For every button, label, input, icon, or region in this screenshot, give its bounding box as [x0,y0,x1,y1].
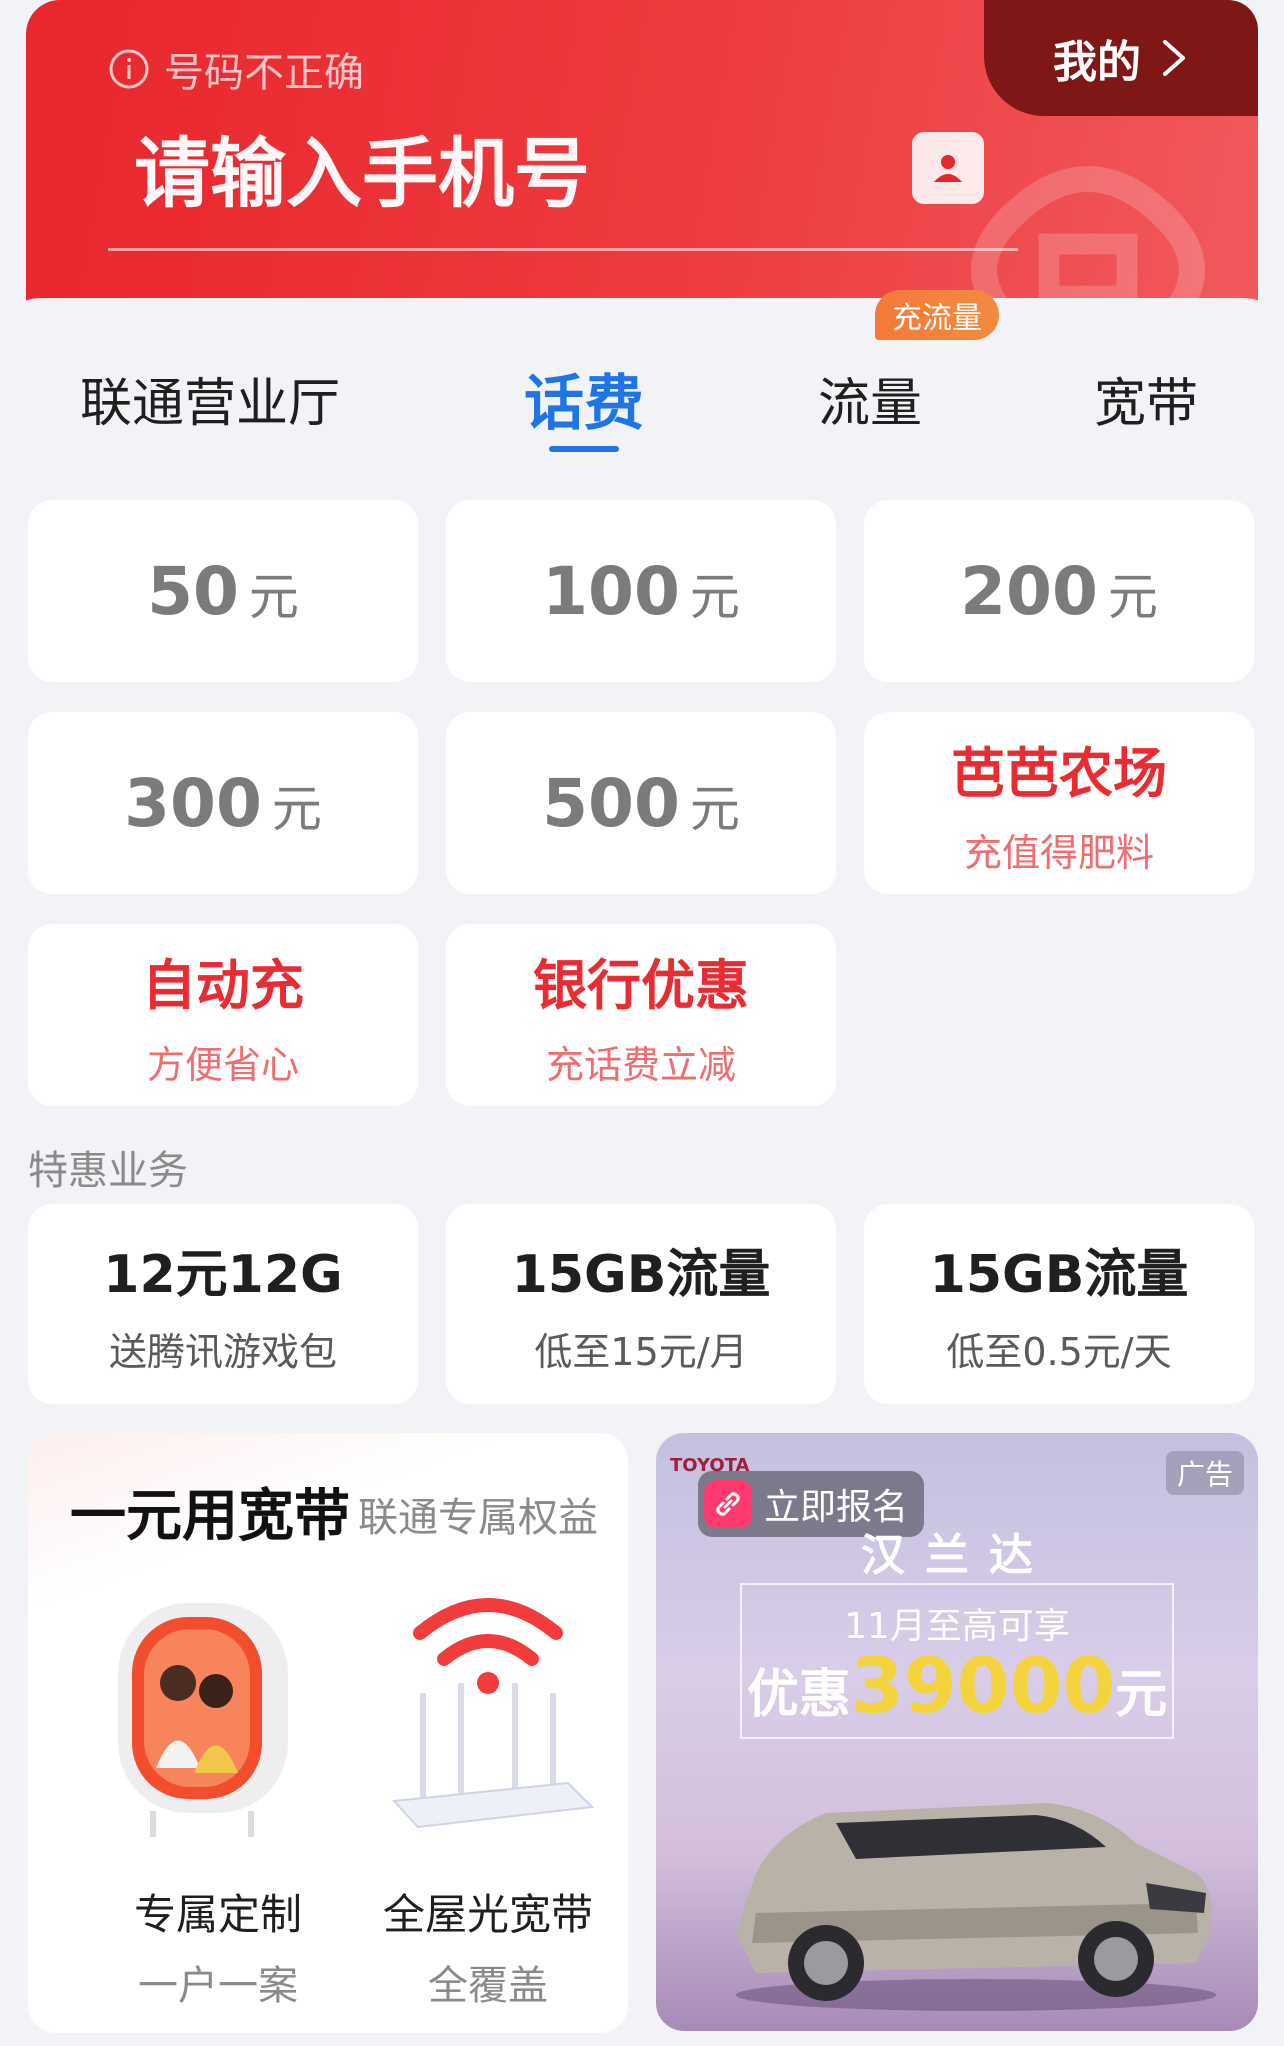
couple-pod-illustration [118,1603,288,1837]
ad-tag: 广告 [1166,1451,1244,1495]
broadband-item-title: 专属定制 [133,1890,302,1939]
broadband-title: 一元用宽带 [70,1484,350,1549]
deal-title: 12元12G [103,1245,343,1305]
promo-bank-discount[interactable]: 银行优惠 充话费立减 [446,924,836,1106]
deal-title: 15GB流量 [929,1245,1189,1305]
amount-value: 200 元 [960,552,1158,630]
amount-option-200[interactable]: 200 元 [864,500,1254,682]
broadband-item-subtitle: 一户一案 [138,1963,298,2009]
amount-option-50[interactable]: 50 元 [28,500,418,682]
deal-title: 15GB流量 [511,1245,771,1305]
amount-option-500[interactable]: 500 元 [446,712,836,894]
deal-card[interactable]: 15GB流量 低至15元/月 [446,1204,836,1404]
tab-data[interactable]: 流量 [770,358,970,438]
deal-card[interactable]: 15GB流量 低至0.5元/天 [864,1204,1254,1404]
amount-value: 50 元 [147,552,299,630]
promo-subtitle: 方便省心 [146,1043,299,1087]
ad-car-model: 汉兰达 [861,1530,1053,1581]
data-recharge-badge: 充流量 [875,290,999,340]
broadband-item-whole-home[interactable]: 全屋光宽带 全覆盖 [358,1583,618,2009]
promo-baba-farm[interactable]: 芭芭农场 充值得肥料 [864,712,1254,894]
promo-auto-recharge[interactable]: 自动充 方便省心 [28,924,418,1106]
deal-subtitle: 送腾讯游戏包 [108,1330,337,1374]
mine-label: 我的 [1053,37,1141,88]
tab-phone-fee[interactable]: 话费 [484,358,684,439]
deal-subtitle: 低至0.5元/天 [946,1330,1172,1374]
phone-input-underline [108,248,1018,251]
promo-title: 芭芭农场 [951,742,1167,805]
contact-picker-button[interactable] [912,132,984,204]
deal-card[interactable]: 12元12G 送腾讯游戏包 [28,1204,418,1404]
amount-value: 300 元 [124,764,322,842]
phone-number-input[interactable] [134,118,854,228]
broadband-promo-card[interactable]: 一元用宽带 联通专属权益 专属定制 一户一案 全屋光宽带 全覆盖 [28,1433,628,2033]
promo-title: 银行优惠 [533,954,749,1017]
broadband-item-subtitle: 全覆盖 [428,1963,548,2009]
promo-subtitle: 充话费立减 [545,1043,736,1087]
chevron-right-icon [1163,40,1185,76]
contact-icon [934,155,962,182]
wifi-router-illustration [391,1598,595,1829]
broadband-item-custom[interactable]: 专属定制 一户一案 [88,1583,348,2009]
tab-label: 流量 [817,373,922,434]
tab-label: 宽带 [1093,373,1198,434]
broadband-subtitle: 联通专属权益 [358,1495,598,1541]
promo-subtitle: 充值得肥料 [963,831,1154,875]
suv-car-image [736,1803,1216,2011]
tab-label: 联通营业厅 [79,373,340,434]
service-tabs: 联通营业厅 话费 流量 充流量 宽带 [0,290,1284,468]
main-panel: 联通营业厅 话费 流量 充流量 宽带 50 元 100 元 200 元 300 元 [0,290,1284,2046]
broadband-item-title: 全屋光宽带 [382,1890,593,1939]
special-section-label: 特惠业务 [28,1148,188,1194]
active-tab-indicator [549,446,619,452]
promo-title: 自动充 [142,954,304,1017]
car-ad-banner[interactable]: TOYOTA 立即报名 广告 汉兰达 11月至高可享 优惠39000元 [656,1433,1258,2031]
deal-subtitle: 低至15元/月 [534,1330,748,1374]
amount-option-100[interactable]: 100 元 [446,500,836,682]
amount-value: 100 元 [542,552,740,630]
tab-broadband[interactable]: 宽带 [1046,358,1246,438]
tab-unicom-hall[interactable]: 联通营业厅 [60,358,360,438]
phone-error-text: 号码不正确 [164,50,364,96]
tab-label: 话费 [524,368,644,439]
amount-option-300[interactable]: 300 元 [28,712,418,894]
amount-value: 500 元 [542,764,740,842]
mine-button[interactable]: 我的 [984,0,1258,116]
phone-error-row: 号码不正确 [108,40,364,98]
ad-offer-line2: 优惠39000元 [746,1641,1168,1730]
info-icon [109,49,149,89]
